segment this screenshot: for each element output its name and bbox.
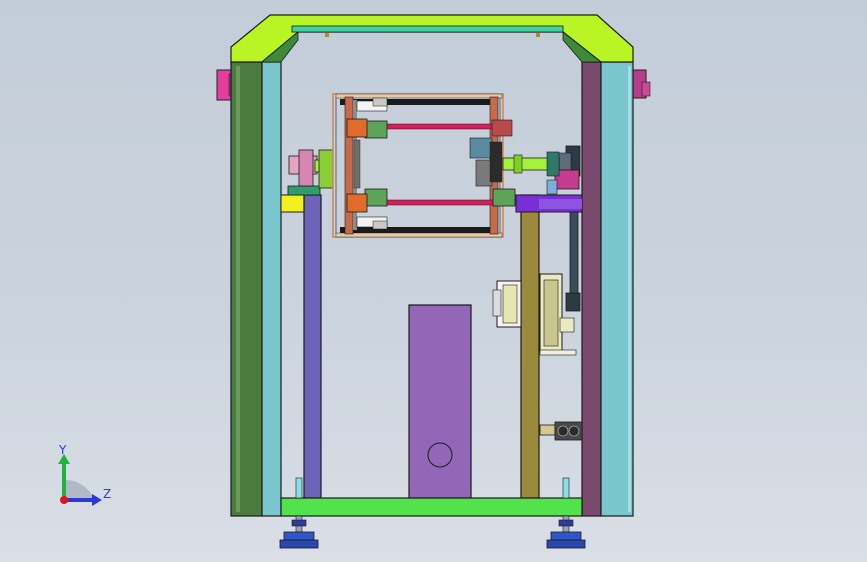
x-axis-dot bbox=[60, 496, 68, 504]
y-axis-label: Y bbox=[58, 443, 67, 457]
z-axis-label: Z bbox=[103, 487, 111, 501]
coordinate-triad: Y Z bbox=[58, 443, 111, 506]
cad-viewport[interactable]: Y Z bbox=[0, 0, 867, 562]
